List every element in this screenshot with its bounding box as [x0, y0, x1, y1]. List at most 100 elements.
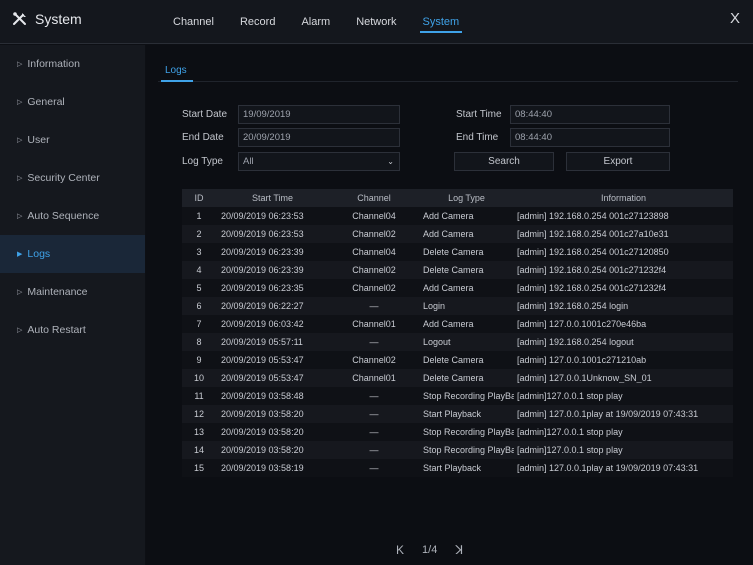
cell-start-time: 20/09/2019 06:22:27 — [221, 301, 304, 311]
sidebar-item-maintenance[interactable]: ▷ Maintenance — [0, 273, 145, 311]
cell-start-time: 20/09/2019 03:58:48 — [221, 391, 304, 401]
sidebar-item-label: Information — [27, 58, 80, 70]
sidebar-item-label: Logs — [27, 248, 51, 260]
table-header: ID Start Time Channel Log Type Informati… — [182, 189, 733, 207]
tools-icon — [13, 12, 26, 25]
triangle-right-icon: ▷ — [17, 289, 23, 296]
table-row[interactable]: 6 20/09/2019 06:22:27 — Login [admin] 192.16… — [182, 297, 733, 315]
cell-id: 10 — [193, 373, 204, 383]
app-title: System — [35, 11, 82, 27]
prev-page-button[interactable]: K — [396, 543, 404, 557]
end-time-field[interactable]: 08:44:40 — [510, 128, 670, 147]
sidebar-item-auto-sequence[interactable]: ▷ Auto Sequence — [0, 197, 145, 235]
end-date-label: End Date — [182, 132, 224, 143]
cell-start-time: 20/09/2019 03:58:20 — [221, 409, 304, 419]
cell-id: 13 — [193, 427, 204, 437]
table-row[interactable]: 15 20/09/2019 03:58:19 — Start Playback [adm… — [182, 459, 733, 477]
start-time-label: Start Time — [456, 109, 502, 120]
header-information: Information — [600, 193, 647, 203]
cell-start-time: 20/09/2019 06:23:35 — [221, 283, 304, 293]
cell-log-type: Add Camera — [423, 319, 474, 329]
cell-start-time: 20/09/2019 05:57:11 — [221, 337, 303, 347]
table-body: 1 20/09/2019 06:23:53 Channel04 Add Camera [… — [182, 207, 733, 477]
cell-id: 9 — [196, 355, 202, 365]
log-type-label: Log Type — [182, 156, 223, 167]
sidebar-item-general[interactable]: ▷ General — [0, 83, 145, 121]
cell-channel: Channel02 — [352, 283, 396, 293]
next-page-button[interactable]: ꓘ — [455, 543, 463, 557]
start-date-field[interactable]: 19/09/2019 — [238, 105, 400, 124]
main-panel: Logs Start Date 19/09/2019 End Date 20/0… — [146, 45, 753, 565]
cell-information: [admin] 192.168.0.254 001c271232f4 — [517, 265, 667, 275]
header-start-time: Start Time — [251, 193, 293, 203]
sidebar-item-label: Auto Sequence — [27, 210, 100, 222]
cell-information: [admin] 192.168.0.254 login — [517, 301, 629, 311]
tab-alarm[interactable]: Alarm — [288, 0, 343, 44]
cell-start-time: 20/09/2019 03:58:20 — [221, 445, 304, 455]
sidebar-item-user[interactable]: ▷ User — [0, 121, 145, 159]
table-row[interactable]: 8 20/09/2019 05:57:11 — Logout [admin] 192.1… — [182, 333, 733, 351]
triangle-right-icon: ▷ — [17, 213, 23, 220]
close-icon[interactable]: X — [727, 11, 743, 27]
table-row[interactable]: 12 20/09/2019 03:58:20 — Start Playback [adm… — [182, 405, 733, 423]
sidebar-item-label: Auto Restart — [27, 324, 86, 336]
header-id: ID — [194, 193, 204, 203]
cell-id: 3 — [196, 247, 202, 257]
sidebar-item-security-center[interactable]: ▷ Security Center — [0, 159, 145, 197]
cell-log-type: Logout — [423, 337, 451, 347]
end-date-field[interactable]: 20/09/2019 — [238, 128, 400, 147]
cell-log-type: Add Camera — [423, 283, 474, 293]
cell-start-time: 20/09/2019 05:53:47 — [221, 355, 304, 365]
tab-network[interactable]: Network — [343, 0, 409, 44]
cell-id: 4 — [196, 265, 202, 275]
cell-information: [admin] 192.168.0.254 001c27a10e31 — [517, 229, 669, 239]
cell-information: [admin]127.0.0.1 stop play — [517, 391, 623, 401]
table-row[interactable]: 13 20/09/2019 03:58:20 — Stop Recording Pla… — [182, 423, 733, 441]
table-row[interactable]: 9 20/09/2019 05:53:47 Channel02 Delete Came… — [182, 351, 733, 369]
cell-channel: Channel04 — [352, 247, 396, 257]
cell-channel: Channel01 — [352, 319, 396, 329]
sidebar-item-auto-restart[interactable]: ▷ Auto Restart — [0, 311, 145, 349]
cell-id: 7 — [196, 319, 202, 329]
cell-id: 11 — [194, 391, 204, 401]
log-type-select[interactable]: All ⌄ — [238, 152, 400, 171]
table-row[interactable]: 14 20/09/2019 03:58:20 — Stop Recording Pla… — [182, 441, 733, 459]
table-row[interactable]: 10 20/09/2019 05:53:47 Channel01 Delete Cam… — [182, 369, 733, 387]
end-time-label: End Time — [456, 132, 499, 143]
table-row[interactable]: 7 20/09/2019 06:03:42 Channel01 Add Camera [… — [182, 315, 733, 333]
table-row[interactable]: 4 20/09/2019 06:23:39 Channel02 Delete Came… — [182, 261, 733, 279]
cell-information: [admin]127.0.0.1 stop play — [517, 427, 623, 437]
cell-information: [admin] 127.0.0.1001c271210ab — [517, 355, 647, 365]
cell-information: [admin] 127.0.0.1play at 19/09/2019 07:4… — [517, 409, 699, 419]
search-button[interactable]: Search — [454, 152, 554, 171]
cell-id: 15 — [193, 463, 204, 473]
cell-log-type: Add Camera — [423, 211, 474, 221]
table-row[interactable]: 2 20/09/2019 06:23:53 Channel02 Add Camera [… — [182, 225, 733, 243]
tab-system[interactable]: System — [410, 0, 473, 44]
sidebar: ▷ Information ▷ General ▷ User ▷ Security Ce… — [0, 45, 145, 565]
sidebar-item-information[interactable]: ▷ Information — [0, 45, 145, 83]
cell-information: [admin] 192.168.0.254 001c27123898 — [517, 211, 669, 221]
table-row[interactable]: 5 20/09/2019 06:23:35 Channel02 Add Camera [… — [182, 279, 733, 297]
table-row[interactable]: 1 20/09/2019 06:23:53 Channel04 Add Camera [… — [182, 207, 733, 225]
cell-channel: Channel02 — [352, 229, 396, 239]
subtab-logs[interactable]: Logs — [165, 65, 187, 76]
sidebar-item-logs[interactable]: ▶ Logs — [0, 235, 145, 273]
top-tabs: Channel Record Alarm Network System — [160, 0, 472, 44]
cell-channel: Channel02 — [352, 355, 396, 365]
table-row[interactable]: 11 20/09/2019 03:58:48 — Stop Recording Pla… — [182, 387, 733, 405]
cell-information: [admin] 127.0.0.1Unknow_SN_01 — [517, 373, 652, 383]
pagination: K 1/4 ꓘ — [396, 543, 463, 557]
tab-channel[interactable]: Channel — [160, 0, 227, 44]
cell-log-type: Delete Camera — [423, 247, 484, 257]
subtab-active-indicator — [161, 80, 193, 82]
tab-record[interactable]: Record — [227, 0, 288, 44]
cell-start-time: 20/09/2019 06:23:53 — [221, 229, 304, 239]
cell-id: 12 — [193, 409, 204, 419]
start-time-field[interactable]: 08:44:40 — [510, 105, 670, 124]
cell-id: 8 — [196, 337, 202, 347]
page-indicator: 1/4 — [422, 544, 438, 556]
table-row[interactable]: 3 20/09/2019 06:23:39 Channel04 Delete Came… — [182, 243, 733, 261]
cell-channel: Channel01 — [352, 373, 396, 383]
export-button[interactable]: Export — [566, 152, 670, 171]
